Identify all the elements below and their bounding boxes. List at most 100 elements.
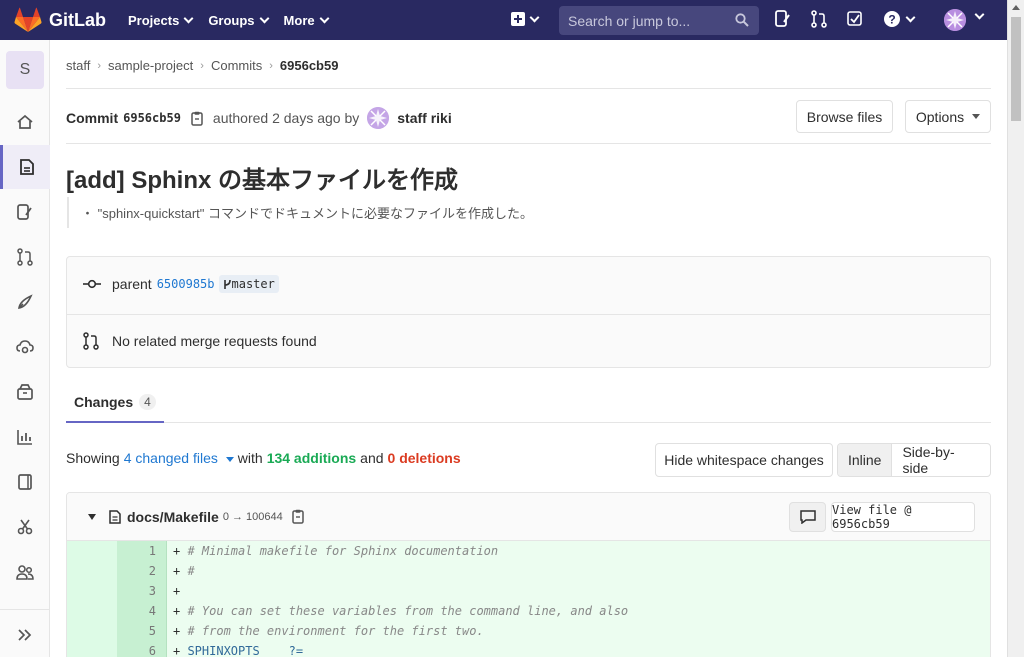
browse-files-button[interactable]: Browse files xyxy=(796,100,893,133)
nav-menu: Projects Groups More xyxy=(128,13,344,28)
chevron-down-icon xyxy=(974,9,985,20)
diff-summary: Showing 4 changed files with 134 additio… xyxy=(66,450,461,466)
commit-title: [add] Sphinx の基本ファイルを作成 xyxy=(66,167,458,194)
sidebar-item-wiki[interactable] xyxy=(0,460,50,504)
deletions-count: 0 deletions xyxy=(387,450,461,466)
search-icon xyxy=(735,13,749,27)
changed-files-dropdown[interactable]: 4 changed files xyxy=(124,450,234,466)
new-line-number[interactable]: 5 xyxy=(117,621,167,641)
merge-request-icon xyxy=(17,248,33,266)
author-avatar[interactable] xyxy=(367,107,390,129)
new-line-number[interactable]: 4 xyxy=(117,601,167,621)
inline-view-button[interactable]: Inline xyxy=(838,444,893,476)
new-line-number[interactable]: 1 xyxy=(117,541,167,561)
diff-line-content: + xyxy=(167,581,990,601)
new-line-number[interactable]: 6 xyxy=(117,641,167,657)
old-line-number[interactable] xyxy=(67,581,117,601)
nav-groups-label: Groups xyxy=(208,12,255,28)
merge-requests-shortcut[interactable] xyxy=(811,10,827,28)
new-line-number[interactable]: 2 xyxy=(117,561,167,581)
sidebar-item-snippets[interactable] xyxy=(0,505,50,549)
sidebar-item-analytics[interactable] xyxy=(0,415,50,459)
todo-check-icon xyxy=(847,11,862,26)
tab-changes[interactable]: Changes 4 xyxy=(66,382,164,423)
diff-line: 6 + SPHINXOPTS ?= xyxy=(67,641,990,657)
new-dropdown-button[interactable] xyxy=(511,12,540,26)
breadcrumb-item-sha[interactable]: 6956cb59 xyxy=(280,58,339,73)
diff-line-text: SPHINXOPTS ?= xyxy=(187,644,304,657)
author-name[interactable]: staff riki xyxy=(397,110,451,126)
caret-down-icon xyxy=(972,114,981,119)
todos-shortcut[interactable] xyxy=(847,11,863,27)
options-dropdown[interactable]: Options xyxy=(905,100,991,133)
view-file-button[interactable]: View file @ 6956cb59 xyxy=(831,502,975,532)
breadcrumb-item-staff[interactable]: staff xyxy=(66,58,90,73)
old-line-number[interactable] xyxy=(67,561,117,581)
sidebar-item-project-overview[interactable] xyxy=(0,100,50,144)
merge-request-icon xyxy=(811,10,827,28)
nav-more-dropdown[interactable]: More xyxy=(284,13,330,28)
breadcrumb-item-project[interactable]: sample-project xyxy=(108,58,193,73)
users-icon xyxy=(16,565,34,580)
options-label: Options xyxy=(915,108,965,125)
sidebar-item-ci-cd[interactable] xyxy=(0,280,50,324)
sidebar-item-members[interactable] xyxy=(0,550,50,594)
old-line-number[interactable] xyxy=(67,641,117,657)
page-scrollbar[interactable] xyxy=(1007,0,1024,657)
old-line-number[interactable] xyxy=(67,541,117,561)
chevron-down-icon xyxy=(905,12,916,22)
side-by-side-view-button[interactable]: Side-by-side xyxy=(892,444,990,476)
old-line-number[interactable] xyxy=(67,621,117,641)
chevron-down-icon xyxy=(183,13,194,23)
search-placeholder: Search or jump to... xyxy=(568,12,691,29)
sidebar-item-issues[interactable] xyxy=(0,190,50,234)
diff-line: 1 + # Minimal makefile for Sphinx documen… xyxy=(67,541,990,561)
file-name[interactable]: docs/Makefile xyxy=(127,509,219,525)
diff-line-content: + # from the environment for the first t… xyxy=(167,621,990,641)
search-input[interactable]: Search or jump to... xyxy=(559,6,759,35)
sidebar-item-operations[interactable] xyxy=(0,325,50,369)
copy-clipboard-icon[interactable] xyxy=(191,111,203,126)
chevron-right-icon: › xyxy=(200,59,204,72)
sidebar-item-repository[interactable] xyxy=(0,145,50,189)
help-dropdown[interactable]: ? xyxy=(883,10,916,28)
copy-clipboard-icon[interactable] xyxy=(292,509,304,524)
merge-requests-text: No related merge requests found xyxy=(112,333,317,349)
diff-line-text: # from the environment for the first two… xyxy=(187,624,484,638)
comment-icon xyxy=(799,510,816,524)
home-icon xyxy=(17,114,33,129)
toggle-comments-button[interactable] xyxy=(789,502,826,532)
project-avatar[interactable]: S xyxy=(6,51,44,89)
diff-line-text: # Minimal makefile for Sphinx documentat… xyxy=(187,544,499,558)
scroll-up-arrow-icon[interactable] xyxy=(1012,5,1020,10)
authored-text: authored 2 days ago by xyxy=(212,110,360,126)
sidebar-item-merge-requests[interactable] xyxy=(0,235,50,279)
sidebar-collapse-button[interactable] xyxy=(0,613,50,657)
doc-text-icon xyxy=(19,159,34,175)
old-line-number[interactable] xyxy=(67,601,117,621)
user-avatar-dropdown[interactable] xyxy=(944,9,966,31)
nav-projects-dropdown[interactable]: Projects xyxy=(128,13,194,28)
diff-file-header: docs/Makefile 0 → 100644 View file @ 695… xyxy=(67,493,990,541)
hide-whitespace-button[interactable]: Hide whitespace changes xyxy=(655,443,833,477)
info-divider xyxy=(67,314,990,315)
gitlab-logo[interactable]: GitLab xyxy=(14,7,106,33)
chevron-right-icon: › xyxy=(97,59,102,72)
new-line-number[interactable]: 3 xyxy=(117,581,167,601)
breadcrumb-item-commits[interactable]: Commits xyxy=(211,58,262,73)
nav-groups-dropdown[interactable]: Groups xyxy=(208,12,269,28)
parent-row: parent 6500985b master xyxy=(83,275,279,293)
double-chevron-right-icon xyxy=(18,629,32,641)
diff-line: 5 + # from the environment for the first … xyxy=(67,621,990,641)
identicon-icon xyxy=(367,107,390,129)
and-label: and xyxy=(360,450,384,466)
sidebar-item-packages[interactable] xyxy=(0,370,50,414)
branch-tag[interactable]: master xyxy=(218,275,279,293)
parent-sha-link[interactable]: 6500985b xyxy=(157,277,215,291)
view-file-label: View file @ 6956cb59 xyxy=(832,503,912,531)
diff-code: 1 + # Minimal makefile for Sphinx documen… xyxy=(67,541,990,657)
collapse-caret-icon[interactable] xyxy=(88,513,96,520)
project-sidebar: S xyxy=(0,40,50,657)
issues-shortcut[interactable] xyxy=(775,10,791,28)
scroll-thumb[interactable] xyxy=(1011,17,1021,121)
